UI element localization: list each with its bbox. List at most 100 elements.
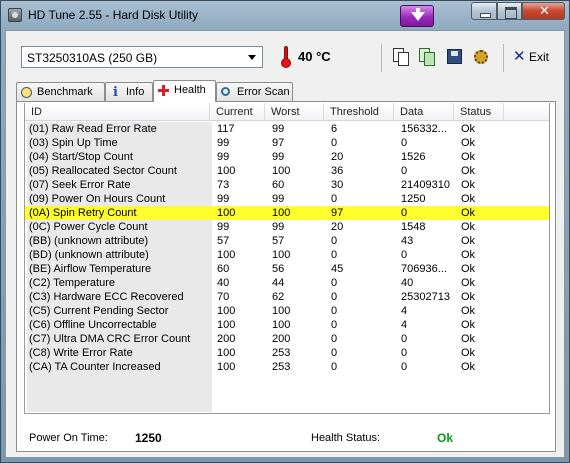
cell-threshold: 6 xyxy=(331,123,338,135)
column-header-id[interactable]: ID xyxy=(25,103,210,121)
cell-status: Ok xyxy=(461,249,476,261)
cell-current: 99 xyxy=(217,137,230,149)
table-row[interactable]: (BE) Airflow Temperature 60 56 45 706936... O… xyxy=(25,262,549,276)
column-header-threshold[interactable]: Threshold xyxy=(324,103,394,121)
tab-label: Benchmark xyxy=(37,86,93,98)
cell-data: 25302713 xyxy=(401,291,450,303)
copy-button[interactable] xyxy=(390,46,412,68)
column-header-current[interactable]: Current xyxy=(210,103,265,121)
cell-id: (C2) Temperature xyxy=(27,276,212,290)
table-row[interactable]: (04) Start/Stop Count 99 99 20 1526 Ok xyxy=(25,150,549,164)
cell-threshold: 0 xyxy=(331,193,338,205)
cell-status: Ok xyxy=(461,221,476,233)
info-icon: i xyxy=(113,85,118,100)
title-bar[interactable]: HD Tune 2.55 - Hard Disk Utility ✕ xyxy=(1,1,569,29)
cell-data: 1548 xyxy=(401,221,426,233)
table-row[interactable]: (C8) Write Error Rate 100 253 0 0 Ok xyxy=(25,346,549,360)
close-icon: ✕ xyxy=(539,3,550,18)
cell-current: 100 xyxy=(217,347,236,359)
cell-threshold: 36 xyxy=(331,165,344,177)
column-header-worst[interactable]: Worst xyxy=(265,103,324,121)
close-button[interactable]: ✕ xyxy=(522,2,565,20)
tab-health[interactable]: Health xyxy=(153,80,216,102)
cell-current: 100 xyxy=(217,319,236,331)
table-row[interactable]: (07) Seek Error Rate 73 60 30 21409310 Ok xyxy=(25,178,549,192)
cell-status: Ok xyxy=(461,137,476,149)
tab-benchmark[interactable]: Benchmark xyxy=(16,82,105,101)
cell-status: Ok xyxy=(461,333,476,345)
table-row[interactable]: (BB) (unknown attribute) 57 57 0 43 Ok xyxy=(25,234,549,248)
cell-data: 43 xyxy=(401,235,414,247)
drive-dropdown[interactable]: ST3250310AS (250 GB) xyxy=(21,46,263,68)
minimize-button[interactable] xyxy=(471,2,497,20)
table-row[interactable]: (03) Spin Up Time 99 97 0 0 Ok xyxy=(25,136,549,150)
cell-status: Ok xyxy=(461,179,476,191)
tab-label: Health xyxy=(174,84,206,96)
column-header-status[interactable]: Status xyxy=(454,103,504,121)
cell-current: 99 xyxy=(217,193,230,205)
smart-table[interactable]: ID Current Worst Threshold Data Status (… xyxy=(24,103,550,414)
cell-worst: 200 xyxy=(272,333,291,345)
cell-current: 99 xyxy=(217,221,230,233)
cell-status: Ok xyxy=(461,361,476,373)
cell-current: 60 xyxy=(217,263,230,275)
exit-icon: ✕ xyxy=(513,48,526,65)
save-button[interactable] xyxy=(443,46,465,68)
table-row[interactable]: (BD) (unknown attribute) 100 100 0 0 Ok xyxy=(25,248,549,262)
table-row[interactable]: (05) Reallocated Sector Count 100 100 36 0 Ok xyxy=(25,164,549,178)
table-row[interactable]: (0A) Spin Retry Count 100 100 97 0 Ok xyxy=(25,206,549,220)
table-row[interactable]: (C5) Current Pending Sector 100 100 0 4 Ok xyxy=(25,304,549,318)
table-row[interactable]: (C2) Temperature 40 44 0 40 Ok xyxy=(25,276,549,290)
cell-current: 40 xyxy=(217,277,230,289)
cell-worst: 57 xyxy=(272,235,285,247)
cell-data: 156332... xyxy=(401,123,447,135)
cell-current: 100 xyxy=(217,207,236,219)
options-button[interactable] xyxy=(470,46,492,68)
gear-icon xyxy=(474,50,488,64)
cell-current: 100 xyxy=(217,165,236,177)
cell-status: Ok xyxy=(461,305,476,317)
tab-error-scan[interactable]: Error Scan xyxy=(216,82,293,101)
cell-status: Ok xyxy=(461,207,476,219)
window-title: HD Tune 2.55 - Hard Disk Utility xyxy=(28,8,199,22)
table-header: ID Current Worst Threshold Data Status xyxy=(25,103,549,121)
tab-info[interactable]: i Info xyxy=(105,82,153,101)
cell-worst: 44 xyxy=(272,277,285,289)
cell-threshold: 0 xyxy=(331,305,338,317)
table-row[interactable]: (01) Raw Read Error Rate 117 99 6 156332... O… xyxy=(25,122,549,136)
copy-all-button[interactable] xyxy=(416,46,438,68)
download-arrow-icon[interactable] xyxy=(400,5,434,27)
cell-worst: 99 xyxy=(272,123,285,135)
cell-id: (C6) Offline Uncorrectable xyxy=(27,318,212,332)
cell-current: 117 xyxy=(217,123,235,135)
cell-status: Ok xyxy=(461,277,476,289)
cell-id: (01) Raw Read Error Rate xyxy=(27,122,212,136)
cell-data: 0 xyxy=(401,249,408,261)
maximize-button[interactable] xyxy=(497,2,522,20)
cell-threshold: 0 xyxy=(331,291,338,303)
cell-threshold: 0 xyxy=(331,277,338,289)
cell-current: 100 xyxy=(217,361,236,373)
column-header-data[interactable]: Data xyxy=(394,103,454,121)
cell-current: 70 xyxy=(217,291,230,303)
table-row[interactable]: (0C) Power Cycle Count 99 99 20 1548 Ok xyxy=(25,220,549,234)
cell-data: 4 xyxy=(401,305,408,317)
table-row[interactable]: (C6) Offline Uncorrectable 100 100 0 4 Ok xyxy=(25,318,549,332)
cell-data: 21409310 xyxy=(401,179,450,191)
app-disk-icon[interactable] xyxy=(8,8,22,22)
tab-label: Info xyxy=(126,86,145,98)
cell-current: 73 xyxy=(217,179,230,191)
cell-worst: 100 xyxy=(272,305,291,317)
cell-worst: 99 xyxy=(272,151,285,163)
table-row[interactable]: (C7) Ultra DMA CRC Error Count 200 200 0 0 Ok xyxy=(25,332,549,346)
chevron-down-icon[interactable] xyxy=(245,51,259,64)
table-row[interactable]: (CA) TA Counter Increased 100 253 0 0 Ok xyxy=(25,360,549,374)
cell-threshold: 20 xyxy=(331,221,344,233)
table-row[interactable]: (09) Power On Hours Count 99 99 0 1250 Ok xyxy=(25,192,549,206)
health-icon xyxy=(158,85,169,96)
table-row[interactable]: (C3) Hardware ECC Recovered 70 62 0 25302713… xyxy=(25,290,549,304)
cell-threshold: 0 xyxy=(331,235,338,247)
cell-id: (CA) TA Counter Increased xyxy=(27,360,212,374)
cell-status: Ok xyxy=(461,319,476,331)
exit-button[interactable]: ✕ Exit xyxy=(511,48,556,66)
